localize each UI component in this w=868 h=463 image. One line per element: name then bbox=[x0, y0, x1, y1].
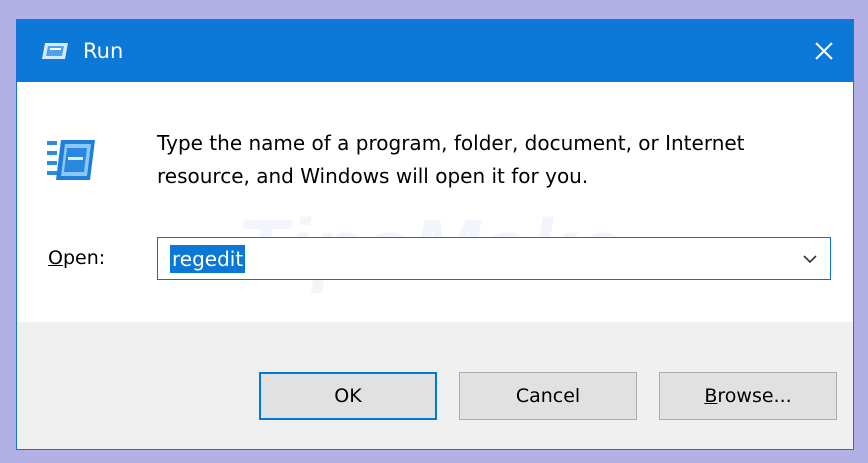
open-input[interactable]: regedit bbox=[170, 245, 246, 273]
ok-button[interactable]: OK bbox=[259, 372, 437, 420]
open-combobox[interactable]: regedit bbox=[157, 237, 831, 280]
run-app-icon bbox=[42, 43, 68, 59]
window-title: Run bbox=[83, 39, 124, 63]
description-text: Type the name of a program, folder, docu… bbox=[157, 127, 827, 193]
close-button[interactable] bbox=[795, 20, 853, 82]
run-app-icon bbox=[47, 140, 95, 180]
chevron-down-icon[interactable] bbox=[798, 248, 822, 270]
open-label: Open: bbox=[48, 247, 106, 269]
description-line-2: resource, and Windows will open it for y… bbox=[157, 164, 589, 188]
close-icon bbox=[815, 42, 833, 60]
cancel-button[interactable]: Cancel bbox=[459, 372, 637, 420]
dialog-content: TipsMake.com Type the name of a program,… bbox=[17, 82, 853, 322]
button-bar: OK Cancel Browse... bbox=[17, 322, 853, 449]
browse-button[interactable]: Browse... bbox=[659, 372, 837, 420]
description-line-1: Type the name of a program, folder, docu… bbox=[157, 131, 745, 155]
run-dialog: Run TipsMake.com Type the bbox=[16, 19, 854, 450]
title-bar[interactable]: Run bbox=[17, 20, 853, 82]
screenshot-frame: Run TipsMake.com Type the bbox=[0, 0, 868, 463]
